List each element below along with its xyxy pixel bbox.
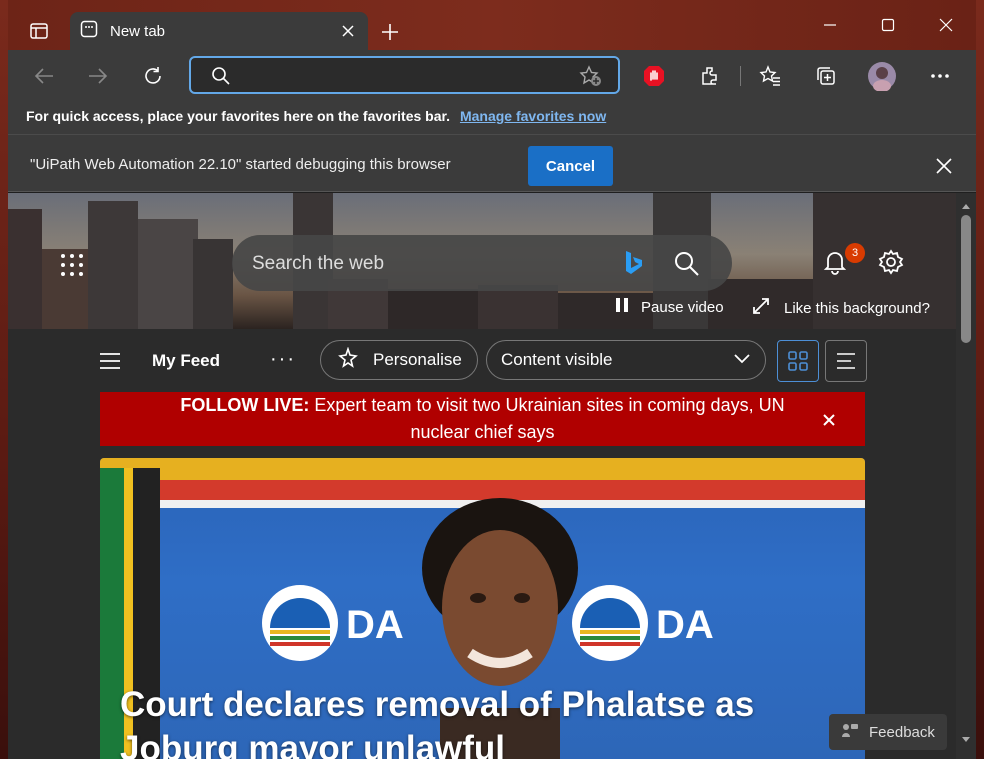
pause-video-button[interactable]: Pause video <box>615 297 724 317</box>
alert-text: Expert team to visit two Ukrainian sites… <box>314 395 785 442</box>
hero-headline[interactable]: Court declares removal of Phalatse as Jo… <box>120 683 860 759</box>
alert-prefix: FOLLOW LIVE: <box>180 395 310 415</box>
like-background-label: Like this background? <box>784 299 930 317</box>
personalise-button[interactable]: Personalise <box>320 340 478 380</box>
feedback-label: Feedback <box>869 723 935 741</box>
favorites-bar-message: For quick access, place your favorites h… <box>26 108 451 124</box>
search-icon <box>211 66 231 91</box>
notification-count-badge: 3 <box>845 243 865 263</box>
like-background-button[interactable]: Like this background? <box>752 297 930 319</box>
add-favorite-icon[interactable] <box>579 65 603 92</box>
tab-new-tab[interactable]: New tab <box>70 12 368 50</box>
content-visibility-value: Content visible <box>501 350 613 369</box>
feed-toolbar: My Feed ··· Personalise Content visible <box>98 340 868 382</box>
browser-window: New tab For quick access, place your fav… <box>8 0 976 759</box>
feedback-icon <box>841 722 859 742</box>
my-feed-tab[interactable]: My Feed <box>152 351 220 371</box>
scroll-thumb[interactable] <box>961 215 971 343</box>
settings-gear-icon[interactable] <box>876 247 906 277</box>
da-logo-text: DA <box>656 603 714 647</box>
expand-arrows-icon <box>752 297 770 319</box>
apps-grid-icon[interactable] <box>58 251 86 279</box>
breaking-news-banner[interactable]: FOLLOW LIVE: Expert team to visit two Uk… <box>100 392 865 446</box>
grid-layout-icon[interactable] <box>777 340 819 382</box>
bing-icon[interactable] <box>620 249 646 277</box>
da-logo-text: DA <box>346 603 404 647</box>
maximize-icon[interactable] <box>868 10 908 40</box>
search-placeholder: Search the web <box>252 253 385 274</box>
extensions-icon[interactable] <box>694 60 726 92</box>
toolbar <box>8 50 976 100</box>
feed-more-options[interactable]: ··· <box>270 348 296 371</box>
pause-video-label: Pause video <box>641 298 724 316</box>
list-layout-icon[interactable] <box>825 340 867 382</box>
favorites-bar: For quick access, place your favorites h… <box>8 100 976 134</box>
cancel-debugging-button[interactable]: Cancel <box>528 146 613 186</box>
close-window-icon[interactable] <box>926 10 966 40</box>
pause-icon <box>615 297 629 317</box>
search-icon[interactable] <box>672 249 702 279</box>
new-tab-plus-icon[interactable] <box>376 18 404 46</box>
new-tab-page: Search the web 3 Pause video Like this b… <box>8 193 956 759</box>
scroll-down-arrow-icon[interactable] <box>960 733 972 745</box>
tab-actions-icon[interactable] <box>22 14 56 48</box>
close-tab-icon[interactable] <box>338 21 358 41</box>
chevron-down-icon <box>733 350 751 370</box>
close-alert-icon[interactable] <box>821 408 837 426</box>
content-visibility-select[interactable]: Content visible <box>486 340 766 380</box>
toolbar-divider <box>740 66 741 86</box>
profile-avatar[interactable] <box>866 60 898 92</box>
debugging-infobar: "UiPath Web Automation 22.10" started de… <box>8 134 976 192</box>
tab-title: New tab <box>110 22 166 40</box>
feedback-button[interactable]: Feedback <box>829 714 947 750</box>
adblock-hand-icon[interactable] <box>638 60 670 92</box>
close-infobar-icon[interactable] <box>932 154 956 178</box>
page-scrollbar[interactable] <box>956 193 976 759</box>
favorites-icon[interactable] <box>754 60 786 92</box>
scroll-up-arrow-icon[interactable] <box>960 199 972 211</box>
menu-hamburger-icon[interactable] <box>98 350 122 372</box>
address-bar[interactable] <box>189 56 620 94</box>
web-search-box[interactable]: Search the web <box>232 235 732 291</box>
address-input[interactable] <box>235 64 575 86</box>
forward-arrow-icon[interactable] <box>82 60 114 92</box>
sparkle-star-icon <box>337 345 359 374</box>
manage-favorites-link[interactable]: Manage favorites now <box>460 108 606 124</box>
hero-story-card[interactable]: DA DA Court declares removal of Phalatse… <box>100 458 865 759</box>
minimize-icon[interactable] <box>810 10 850 40</box>
new-tab-page-icon <box>80 20 98 43</box>
more-options-icon[interactable] <box>924 60 956 92</box>
refresh-icon[interactable] <box>137 60 169 92</box>
flag-stripe-yellow <box>100 458 865 480</box>
debugging-message: "UiPath Web Automation 22.10" started de… <box>30 156 451 173</box>
personalise-label: Personalise <box>373 350 462 369</box>
background-image: Search the web 3 Pause video Like this b… <box>8 193 956 329</box>
collections-icon[interactable] <box>810 60 842 92</box>
title-bar: New tab <box>8 0 976 50</box>
back-arrow-icon[interactable] <box>28 60 60 92</box>
